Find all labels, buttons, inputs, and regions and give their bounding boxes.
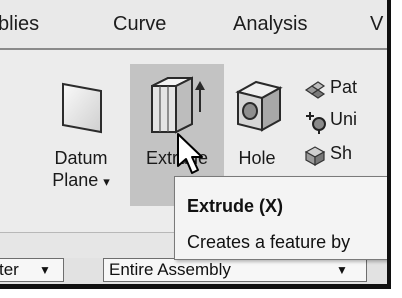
datum-plane-icon bbox=[62, 82, 102, 134]
type-filter-value: ter bbox=[0, 260, 19, 279]
app-window: blies Curve Analysis V Datum Plane ▾ Ext… bbox=[0, 0, 391, 289]
tooltip-title: Extrude (X) bbox=[187, 196, 284, 216]
unite-icon bbox=[306, 112, 326, 134]
hole-icon bbox=[235, 80, 283, 132]
menu-analysis[interactable]: Analysis bbox=[233, 11, 307, 37]
shell-icon bbox=[304, 146, 326, 166]
extrude-icon bbox=[151, 76, 205, 134]
mouse-pointer-icon bbox=[177, 133, 203, 174]
tooltip-description: Creates a feature by bbox=[187, 232, 351, 252]
scope-filter-dropdown[interactable]: Entire Assembly ▼ bbox=[103, 258, 367, 282]
menu-bar: blies Curve Analysis V bbox=[0, 0, 387, 48]
pattern-label: Pat bbox=[330, 77, 358, 97]
datum-plane-button[interactable]: Datum Plane ▾ bbox=[40, 64, 122, 206]
pattern-button[interactable]: Pat bbox=[302, 76, 387, 102]
shell-label: Sh bbox=[330, 143, 353, 163]
datum-plane-label-2: Plane ▾ bbox=[52, 170, 110, 190]
unite-label: Uni bbox=[330, 109, 358, 129]
shell-button[interactable]: Sh bbox=[302, 142, 387, 168]
menu-assemblies[interactable]: blies bbox=[0, 11, 39, 37]
pattern-icon bbox=[304, 81, 326, 99]
chevron-down-icon: ▼ bbox=[336, 263, 348, 277]
unite-button[interactable]: Uni bbox=[302, 108, 387, 134]
type-filter-dropdown[interactable]: ter ▼ bbox=[0, 258, 64, 282]
menu-curve[interactable]: Curve bbox=[113, 11, 166, 37]
selection-filter-bar: ter ▼ Entire Assembly ▼ bbox=[0, 258, 387, 284]
extrude-tooltip: Extrude (X) Creates a feature by bbox=[174, 176, 387, 260]
hole-label: Hole bbox=[238, 148, 276, 168]
chevron-down-icon: ▼ bbox=[39, 263, 51, 277]
chevron-down-icon[interactable]: ▾ bbox=[103, 174, 110, 189]
scope-filter-value: Entire Assembly bbox=[109, 260, 231, 279]
menu-view[interactable]: V bbox=[370, 11, 383, 37]
datum-plane-label-1: Datum bbox=[54, 148, 108, 168]
